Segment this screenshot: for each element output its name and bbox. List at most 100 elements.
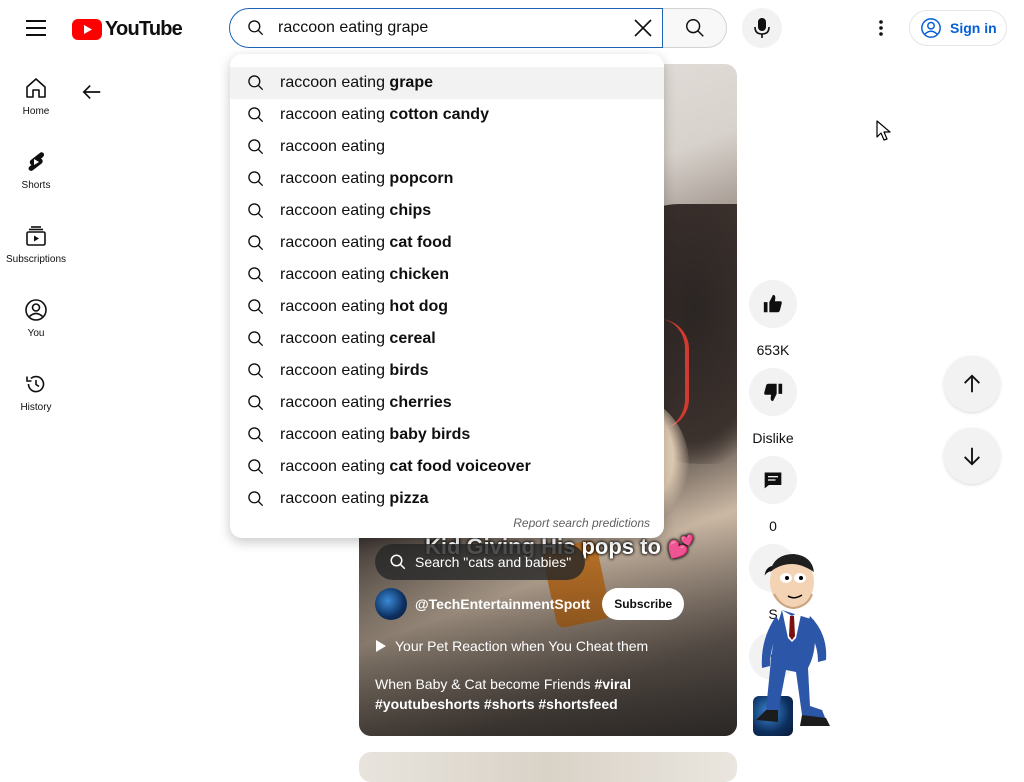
sidebar-item-label: Subscriptions — [5, 254, 67, 265]
search-suggestion-item[interactable]: raccoon eating popcorn — [230, 163, 664, 195]
sidebar-item-shorts[interactable]: Shorts — [0, 138, 72, 212]
sidebar-item-subscriptions[interactable]: Subscriptions — [0, 212, 72, 286]
sidebar-item-home[interactable]: Home — [0, 64, 72, 138]
suggestion-prefix: raccoon eating — [280, 426, 385, 443]
search-suggestion-item[interactable]: raccoon eating chips — [230, 195, 664, 227]
voice-search-button[interactable] — [742, 8, 782, 48]
channel-name-link[interactable]: @TechEntertainmentSpott — [415, 596, 590, 612]
back-button[interactable] — [76, 76, 108, 108]
suggestion-completion: chicken — [384, 266, 449, 283]
dislike-button[interactable]: Dislike — [749, 368, 797, 446]
search-suggestion-item[interactable]: raccoon eating baby birds — [230, 419, 664, 451]
suggestion-completion: chips — [384, 202, 432, 219]
comment-icon — [764, 472, 782, 489]
sidebar-item-label: History — [20, 402, 52, 413]
search-suggestion-item[interactable]: raccoon eating cat food — [230, 227, 664, 259]
youtube-logo[interactable]: YouTube — [72, 17, 183, 41]
dislike-label: Dislike — [752, 430, 794, 446]
search-icon — [248, 491, 264, 507]
suggestion-prefix: raccoon eating — [280, 330, 385, 347]
suggestion-completion: cotton candy — [384, 106, 489, 123]
sidebar-item-history[interactable]: History — [0, 360, 72, 434]
suggestion-prefix: raccoon eating — [280, 298, 385, 315]
search-suggestion-item[interactable]: raccoon eating cotton candy — [230, 99, 664, 131]
suggestion-completion: birds — [384, 362, 429, 379]
like-count: 653K — [756, 342, 790, 358]
home-icon — [26, 78, 46, 98]
search-icon — [390, 554, 406, 570]
comment-count: 0 — [769, 518, 777, 534]
search-suggestion-item[interactable]: raccoon eating cherries — [230, 387, 664, 419]
sidebar-item-label: Home — [22, 106, 50, 117]
search-suggestion-item[interactable]: raccoon eating — [230, 131, 664, 163]
search-icon — [248, 459, 264, 475]
suggestion-completion: hot dog — [384, 298, 449, 315]
search-icon — [248, 75, 264, 91]
shorts-icon — [28, 152, 45, 171]
search-suggestion-item[interactable]: raccoon eating hot dog — [230, 291, 664, 323]
next-video-button[interactable] — [944, 428, 1000, 484]
search-input-container[interactable]: raccoon eating grape — [229, 8, 663, 48]
suggestion-prefix: raccoon eating — [280, 362, 385, 379]
sidebar-item-you[interactable]: You — [0, 286, 72, 360]
suggestion-completion: pizza — [384, 490, 429, 507]
arrow-left-icon — [82, 84, 101, 100]
thumbs-up-icon — [763, 294, 782, 313]
suggestion-prefix: raccoon eating — [280, 394, 385, 411]
account-icon — [921, 18, 941, 38]
search-input[interactable]: raccoon eating grape — [278, 19, 628, 37]
channel-avatar[interactable] — [375, 588, 407, 620]
hashtag-link[interactable]: #youtubeshorts — [375, 696, 480, 712]
suggestion-prefix: raccoon eating — [280, 266, 385, 283]
hashtag-link[interactable]: #shorts — [484, 696, 535, 712]
suggestion-completion: cherries — [384, 394, 452, 411]
previous-video-button[interactable] — [944, 356, 1000, 412]
like-button[interactable]: 653K — [749, 280, 797, 358]
suggestion-prefix: raccoon eating — [280, 106, 385, 123]
search-icon — [248, 395, 264, 411]
search-icon — [248, 267, 264, 283]
search-icon — [248, 363, 264, 379]
suggestion-completion: popcorn — [384, 170, 454, 187]
suggestion-completion: cat food voiceover — [384, 458, 531, 475]
search-icon — [248, 107, 264, 123]
suggestion-prefix: raccoon eating — [280, 234, 385, 251]
suggestion-prefix: raccoon eating — [280, 458, 385, 475]
report-search-predictions-link[interactable]: Report search predictions — [513, 516, 650, 530]
menu-button[interactable] — [18, 12, 54, 44]
sign-in-label: Sign in — [950, 20, 997, 36]
search-suggestion-item[interactable]: raccoon eating birds — [230, 355, 664, 387]
search-suggestions-dropdown: raccoon eating grape raccoon eating cotto… — [230, 54, 664, 538]
search-icon — [248, 331, 264, 347]
comments-button[interactable]: 0 — [749, 456, 797, 534]
search-suggestion-item[interactable]: raccoon eating cereal — [230, 323, 664, 355]
hashtag-link[interactable]: #viral — [594, 676, 631, 692]
next-short-preview[interactable] — [359, 752, 737, 782]
subscribe-button[interactable]: Subscribe — [602, 588, 685, 620]
logo-wordmark: YouTube — [105, 17, 183, 40]
sidebar-item-label: Shorts — [21, 180, 51, 191]
suggestion-prefix: raccoon eating — [280, 170, 385, 187]
hashtag-link[interactable]: #shortsfeed — [538, 696, 617, 712]
search-suggestion-item[interactable]: raccoon eating grape — [230, 67, 664, 99]
mouse-cursor-icon — [876, 120, 891, 141]
video-description[interactable]: When Baby & Cat become Friends #viral #y… — [375, 674, 715, 714]
in-video-search-chip[interactable]: Search "cats and babies" — [375, 544, 586, 580]
search-suggestion-item[interactable]: raccoon eating chicken — [230, 259, 664, 291]
suggestion-completion: cereal — [384, 330, 436, 347]
hamburger-icon — [26, 20, 46, 36]
thumbs-down-icon — [764, 383, 783, 402]
settings-more-button[interactable] — [866, 12, 896, 44]
search-suggestion-item[interactable]: raccoon eating cat food voiceover — [230, 451, 664, 483]
more-vertical-icon — [879, 20, 883, 36]
search-suggestion-item[interactable]: raccoon eating pizza — [230, 483, 664, 515]
search-icon — [248, 139, 264, 155]
sign-in-button[interactable]: Sign in — [909, 10, 1007, 46]
search-icon — [685, 19, 704, 37]
playlist-link[interactable]: Your Pet Reaction when You Cheat them — [375, 638, 648, 654]
suggestion-completion: baby birds — [384, 426, 471, 443]
arrow-up-icon — [964, 374, 980, 393]
sidebar-item-label: You — [27, 328, 45, 339]
clear-search-button[interactable] — [628, 13, 658, 43]
search-button[interactable] — [663, 8, 727, 48]
